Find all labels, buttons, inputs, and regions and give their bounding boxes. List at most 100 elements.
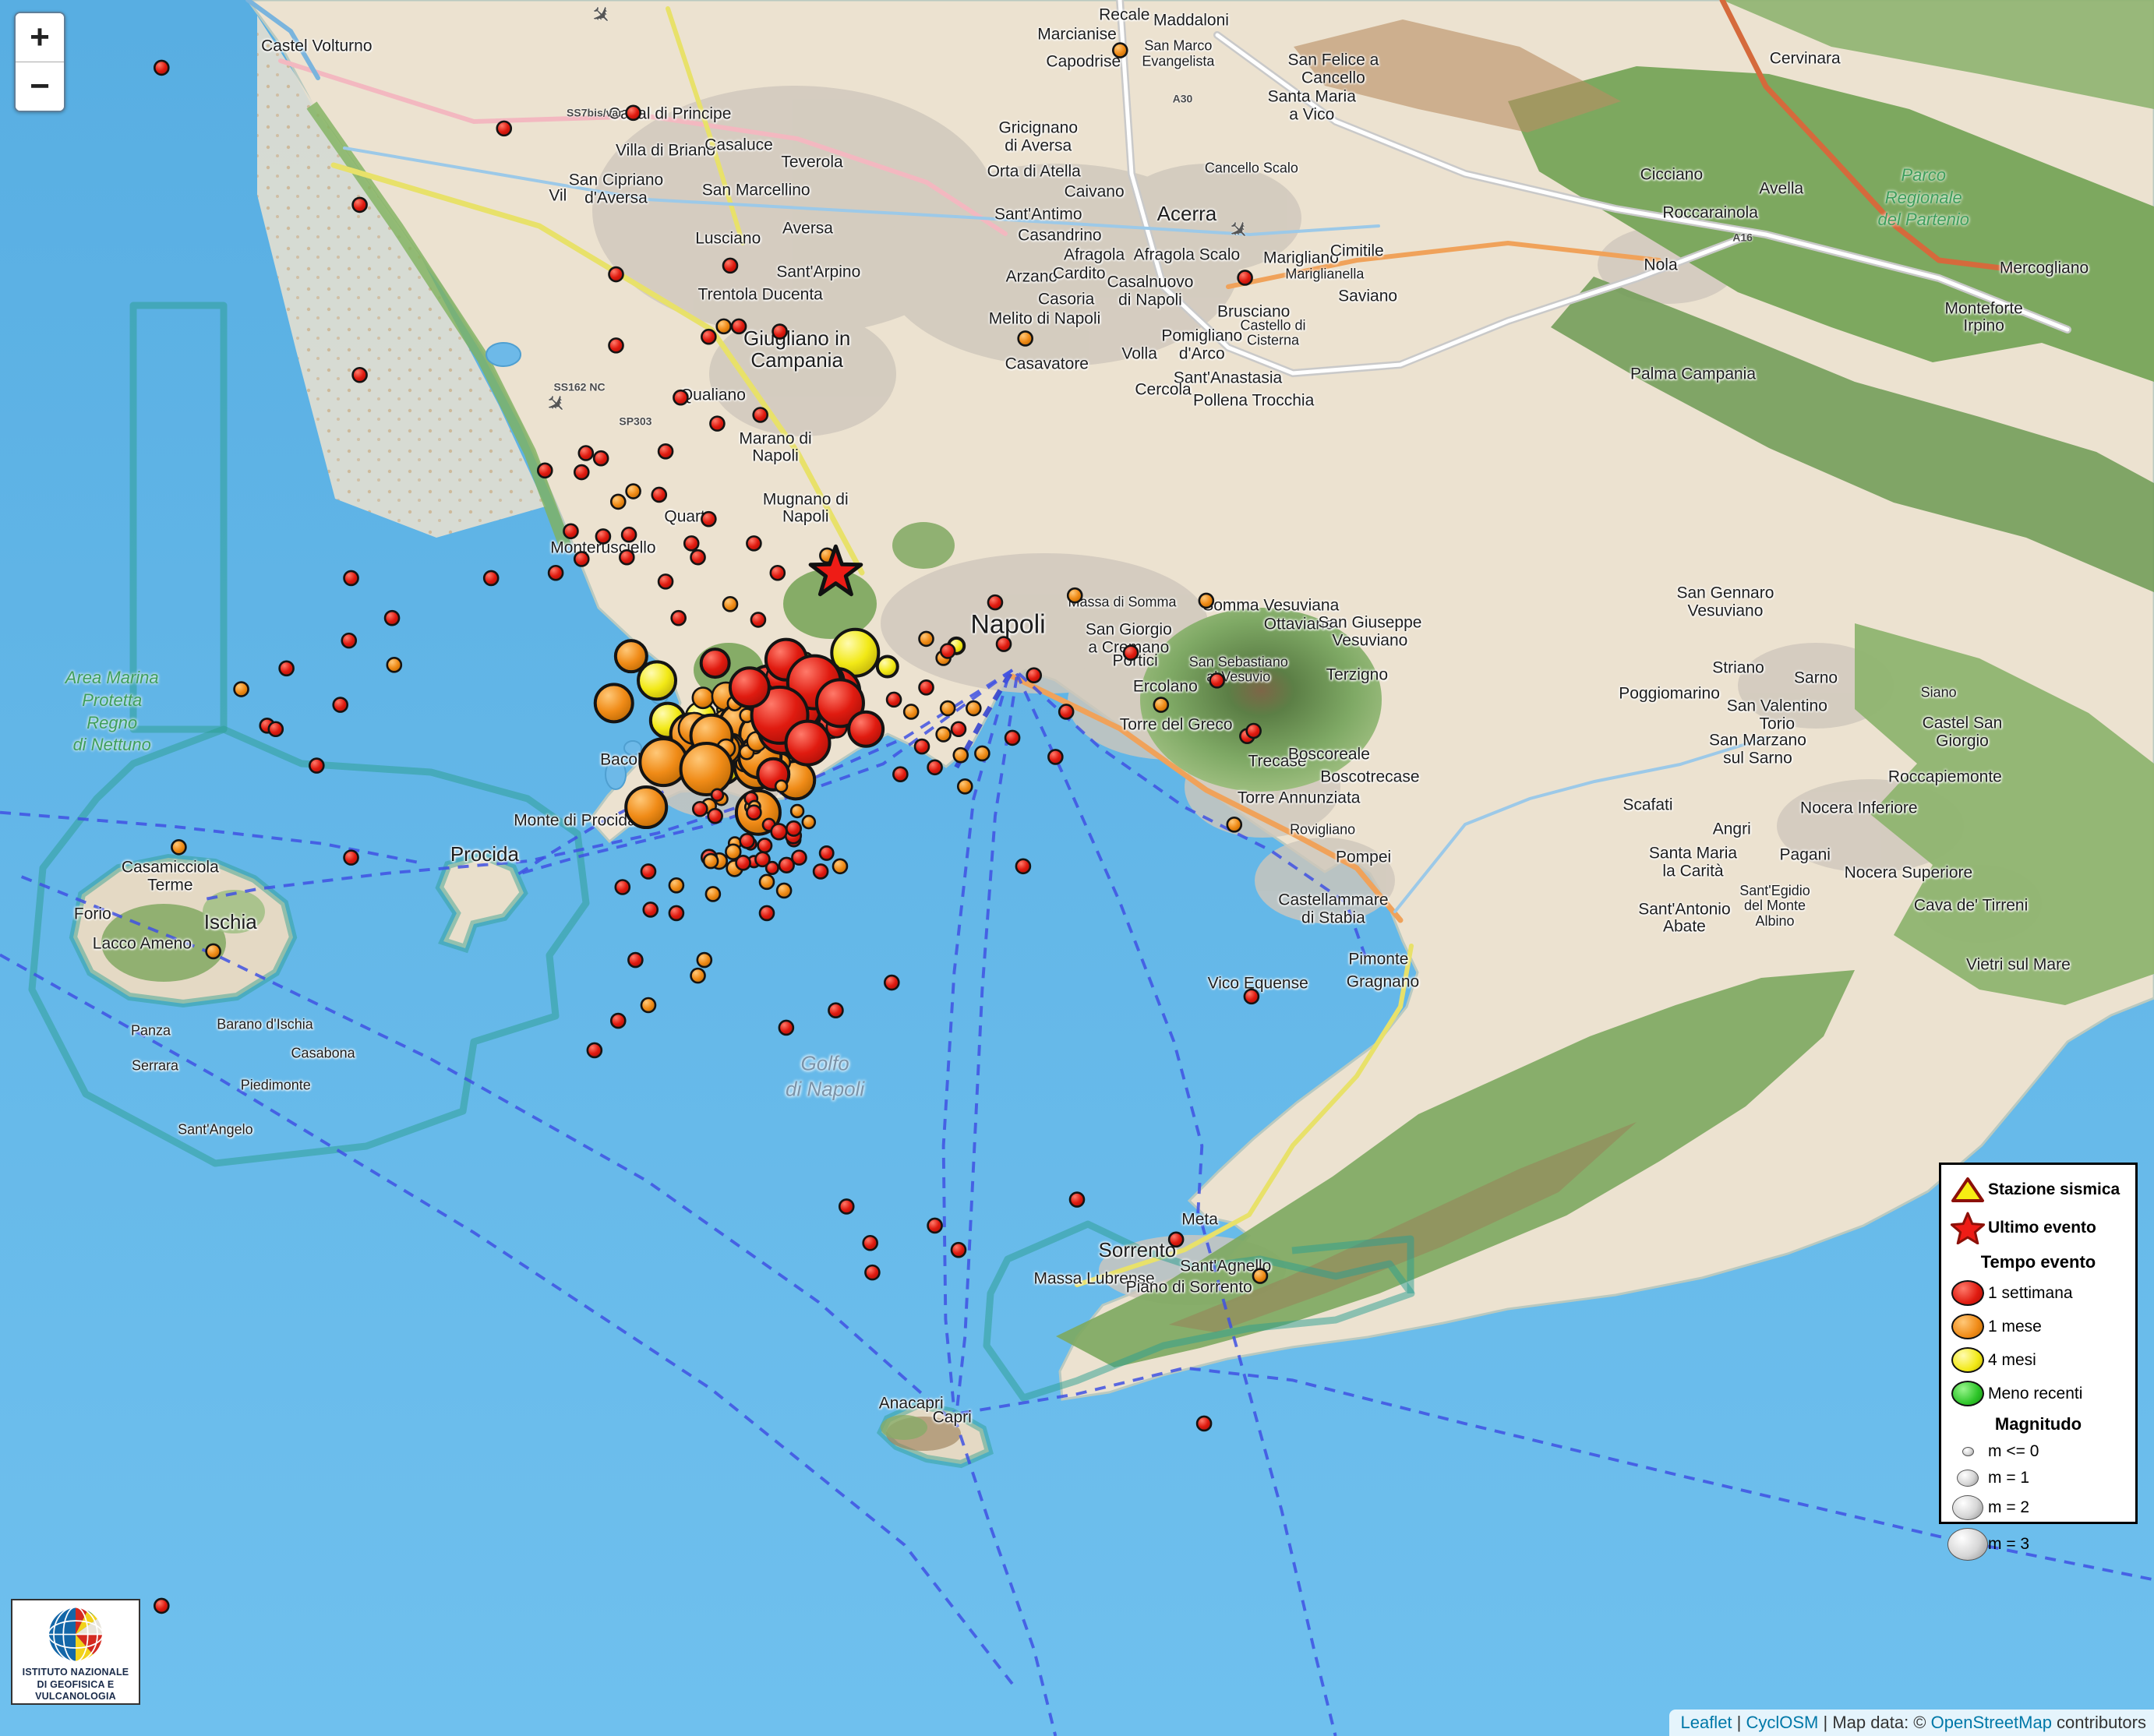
earthquake-marker-red[interactable] (644, 902, 658, 916)
earthquake-marker-red[interactable] (549, 566, 563, 580)
earthquake-marker-orange[interactable] (1113, 44, 1127, 58)
earthquake-marker-orange[interactable] (207, 944, 221, 958)
ingv-logo[interactable]: ISTITUTO NAZIONALE DI GEOFISICA E VULCAN… (11, 1599, 140, 1705)
earthquake-marker-red[interactable] (596, 529, 610, 543)
earthquake-marker-red[interactable] (747, 536, 761, 550)
earthquake-marker-red[interactable] (820, 846, 833, 859)
earthquake-marker-orange[interactable] (235, 683, 249, 697)
earthquake-marker-orange[interactable] (803, 816, 815, 828)
earthquake-marker-orange[interactable] (717, 319, 731, 333)
earthquake-marker-orange[interactable] (958, 779, 972, 793)
earthquake-marker-orange[interactable] (691, 969, 705, 983)
earthquake-marker-red[interactable] (1048, 750, 1062, 764)
earthquake-marker-red[interactable] (154, 61, 168, 75)
earthquake-marker-red[interactable] (730, 668, 769, 707)
earthquake-marker-yellow[interactable] (877, 657, 898, 677)
earthquake-marker-orange[interactable] (387, 658, 401, 672)
earthquake-marker-red[interactable] (280, 662, 294, 676)
earthquake-marker-red[interactable] (839, 1199, 853, 1213)
cyclosm-link[interactable]: CyclOSM (1746, 1713, 1819, 1733)
earthquake-marker-red[interactable] (497, 122, 511, 136)
earthquake-marker-orange[interactable] (1253, 1269, 1267, 1283)
earthquake-marker-red[interactable] (609, 338, 623, 352)
earthquake-marker-red[interactable] (269, 722, 283, 736)
earthquake-marker-orange[interactable] (723, 597, 737, 611)
earthquake-marker-red[interactable] (628, 953, 642, 967)
earthquake-marker-red[interactable] (659, 574, 673, 588)
earthquake-marker-red[interactable] (334, 698, 348, 712)
earthquake-marker-red[interactable] (538, 464, 552, 478)
leaflet-link[interactable]: Leaflet (1680, 1713, 1732, 1733)
earthquake-marker-red[interactable] (574, 552, 588, 566)
earthquake-marker-orange[interactable] (954, 748, 968, 762)
earthquake-marker-red[interactable] (344, 851, 358, 865)
earthquake-marker-red[interactable] (1124, 646, 1138, 660)
earthquake-marker-red[interactable] (344, 571, 358, 585)
earthquake-marker-red[interactable] (616, 880, 630, 894)
earthquake-marker-red[interactable] (1245, 990, 1259, 1004)
earthquake-marker-red[interactable] (353, 368, 367, 382)
earthquake-marker-red[interactable] (1070, 1193, 1084, 1207)
earthquake-marker-red[interactable] (611, 1014, 625, 1028)
earthquake-marker-orange[interactable] (1227, 817, 1241, 831)
earthquake-marker-orange[interactable] (966, 701, 980, 715)
earthquake-marker-red[interactable] (594, 451, 608, 465)
earthquake-marker-red[interactable] (814, 864, 828, 878)
earthquake-marker-red[interactable] (659, 444, 673, 458)
earthquake-marker-red[interactable] (579, 446, 593, 460)
earthquake-marker-red[interactable] (620, 550, 634, 564)
earthquake-marker-red[interactable] (920, 680, 934, 694)
earthquake-marker-orange[interactable] (616, 640, 647, 672)
earthquake-marker-red[interactable] (740, 834, 754, 848)
earthquake-marker-orange[interactable] (920, 632, 934, 646)
earthquake-marker-red[interactable] (385, 611, 399, 625)
earthquake-marker-orange[interactable] (833, 859, 847, 873)
earthquake-marker-red[interactable] (849, 712, 883, 746)
earthquake-marker-orange[interactable] (1199, 594, 1213, 608)
earthquake-marker-orange[interactable] (1068, 588, 1082, 602)
earthquake-marker-red[interactable] (786, 821, 800, 835)
earthquake-marker-red[interactable] (786, 722, 830, 765)
earthquake-marker-red[interactable] (747, 806, 761, 820)
map-viewport[interactable]: Golfo di Napoli Area Marina Protetta Reg… (0, 0, 2154, 1736)
earthquake-marker-red[interactable] (1238, 270, 1252, 284)
earthquake-marker-red[interactable] (710, 417, 724, 431)
earthquake-marker-orange[interactable] (1019, 331, 1033, 345)
earthquake-marker-red[interactable] (641, 864, 655, 878)
earthquake-marker-red[interactable] (928, 1219, 942, 1233)
earthquake-marker-red[interactable] (669, 906, 683, 920)
earthquake-marker-orange[interactable] (704, 854, 718, 868)
earthquake-marker-red[interactable] (353, 198, 367, 212)
earthquake-marker-red[interactable] (708, 809, 722, 823)
earthquake-marker-orange[interactable] (791, 805, 803, 817)
earthquake-marker-red[interactable] (627, 106, 641, 120)
earthquake-marker-red[interactable] (1016, 859, 1030, 873)
earthquake-marker-red[interactable] (792, 851, 806, 865)
earthquake-marker-red[interactable] (828, 1004, 842, 1018)
earthquake-marker-orange[interactable] (669, 878, 683, 892)
earthquake-marker-orange[interactable] (697, 953, 712, 967)
earthquake-marker-red[interactable] (952, 722, 966, 736)
earthquake-marker-red[interactable] (754, 408, 768, 422)
earthquake-marker-orange[interactable] (975, 746, 989, 760)
earthquake-marker-red[interactable] (771, 566, 785, 580)
earthquake-marker-red[interactable] (309, 759, 323, 773)
earthquake-marker-orange[interactable] (941, 701, 955, 715)
earthquake-marker-red[interactable] (941, 644, 955, 658)
earthquake-marker-red[interactable] (1247, 724, 1261, 738)
earthquake-marker-red[interactable] (693, 802, 707, 816)
earthquake-marker-red[interactable] (779, 1021, 793, 1035)
earthquake-marker-red[interactable] (673, 390, 687, 404)
earthquake-marker-red[interactable] (755, 852, 769, 866)
earthquake-marker-red[interactable] (863, 1236, 877, 1250)
earthquake-marker-red[interactable] (997, 637, 1011, 651)
earthquake-marker-red[interactable] (701, 512, 715, 526)
earthquake-marker-red[interactable] (893, 767, 907, 782)
earthquake-marker-red[interactable] (760, 906, 774, 920)
earthquake-marker-red[interactable] (1027, 669, 1041, 683)
earthquake-marker-orange[interactable] (626, 787, 666, 827)
earthquake-marker-red[interactable] (691, 550, 705, 564)
earthquake-marker-red[interactable] (1197, 1417, 1211, 1431)
earthquake-marker-red[interactable] (772, 824, 787, 839)
earthquake-marker-orange[interactable] (595, 684, 633, 722)
